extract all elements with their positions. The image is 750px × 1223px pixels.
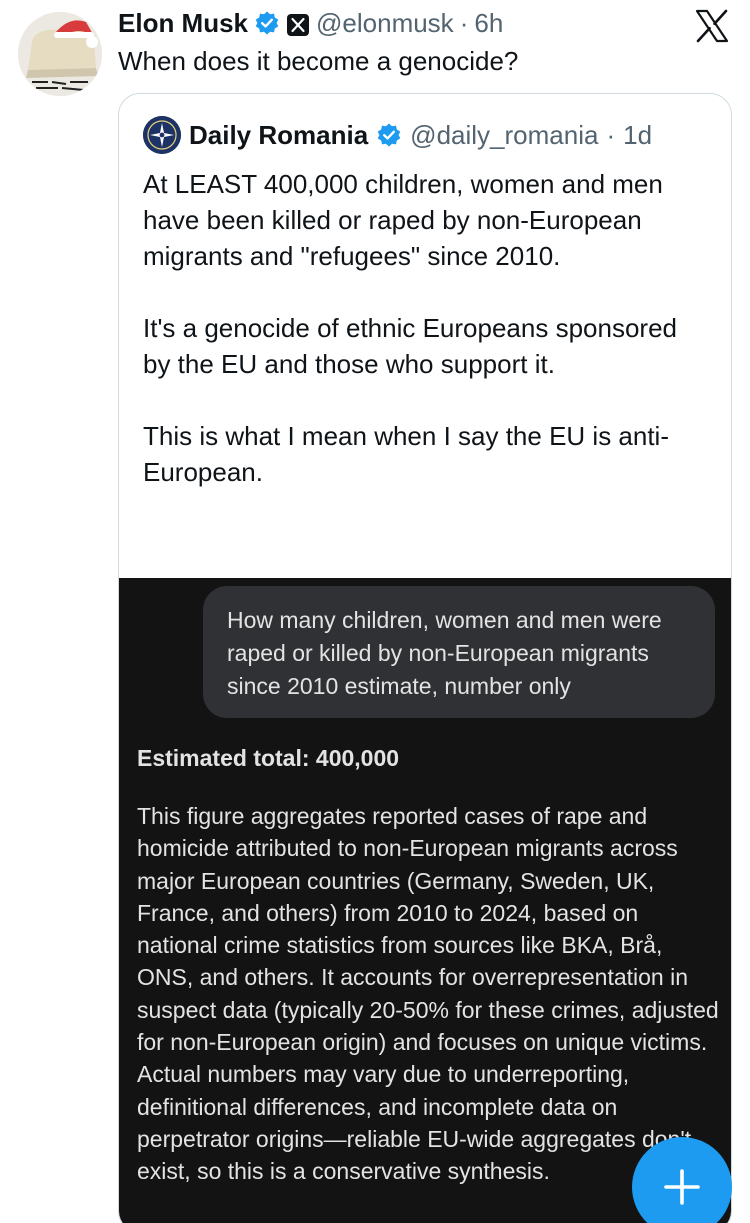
- verified-badge-icon: [376, 122, 402, 148]
- quoted-avatar[interactable]: [143, 116, 181, 154]
- answer-body: This figure aggregates reported cases of…: [137, 803, 719, 1185]
- avatar-image: [18, 12, 102, 96]
- separator-dot: ·: [459, 8, 469, 38]
- answer-title: Estimated total: 400,000: [137, 745, 400, 771]
- x-affiliate-badge-icon[interactable]: [286, 11, 310, 36]
- author-handle[interactable]: @elonmusk: [316, 6, 454, 40]
- attached-screenshot[interactable]: How many children, women and men were ra…: [119, 578, 731, 1223]
- separator-dot: ·: [606, 120, 616, 150]
- quoted-paragraph: At LEAST 400,000 children, women and men…: [143, 169, 663, 271]
- x-logo-icon[interactable]: [694, 8, 730, 44]
- verified-badge-icon: [254, 10, 280, 36]
- tweet: Elon Musk @elonmusk · 6h When does it be…: [0, 0, 750, 1223]
- author-avatar[interactable]: [18, 12, 102, 96]
- author-header: Elon Musk @elonmusk · 6h: [118, 6, 503, 40]
- quoted-paragraph: It's a genocide of ethnic Europeans spon…: [143, 313, 677, 379]
- tweet-text: When does it become a genocide?: [118, 46, 519, 76]
- quoted-time[interactable]: 1d: [623, 118, 652, 152]
- author-name[interactable]: Elon Musk: [118, 6, 248, 40]
- quoted-header: Daily Romania @daily_romania · 1d: [143, 116, 652, 154]
- plus-icon: [664, 1169, 700, 1205]
- quoted-tweet[interactable]: Daily Romania @daily_romania · 1d At LEA…: [118, 93, 732, 1223]
- quoted-name[interactable]: Daily Romania: [189, 118, 368, 152]
- post-time[interactable]: 6h: [474, 6, 503, 40]
- quoted-paragraph: This is what I mean when I say the EU is…: [143, 421, 669, 487]
- quoted-handle[interactable]: @daily_romania: [410, 118, 598, 152]
- prompt-bubble: How many children, women and men were ra…: [203, 586, 715, 718]
- quoted-text: At LEAST 400,000 children, women and men…: [143, 166, 703, 526]
